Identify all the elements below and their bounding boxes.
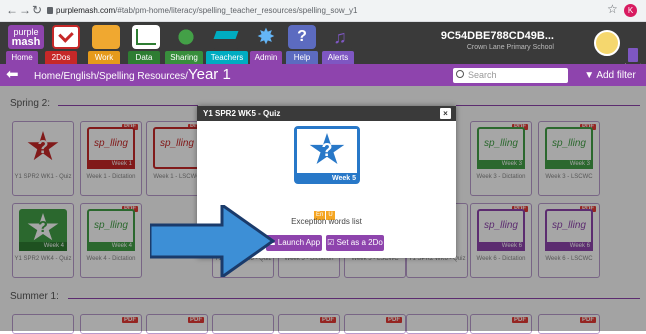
- help-question-icon[interactable]: ?: [288, 25, 316, 49]
- subject-badges: En U: [314, 203, 336, 220]
- add-filter-label: Add filter: [596, 70, 636, 81]
- url-host: purplemash.com: [56, 6, 116, 15]
- set-2do-button[interactable]: ☑ Set as a 2Do: [326, 235, 384, 251]
- door-icon: [628, 48, 638, 62]
- reload-icon[interactable]: ↻: [32, 3, 42, 17]
- school-id: 9C54DBE788CD49B...: [440, 30, 554, 42]
- tab-help[interactable]: Help: [286, 51, 318, 64]
- search-placeholder: Search: [468, 70, 497, 80]
- tab-2dos[interactable]: 2Dos: [45, 51, 77, 64]
- address-bar[interactable]: purplemash.com/#tab/pm-home/literacy/spe…: [56, 3, 358, 19]
- alerts-bell-icon[interactable]: ♫: [326, 25, 354, 49]
- purple-mash-logo[interactable]: purple mash: [8, 25, 44, 49]
- launch-label: Launch App: [277, 238, 321, 247]
- modal-title: Y1 SPR2 WK5 - Quiz: [203, 109, 281, 118]
- work-folder-icon[interactable]: [92, 25, 120, 49]
- browser-bar: ← → ↻ purplemash.com/#tab/pm-home/litera…: [0, 0, 646, 22]
- quiz-thumbnail: ? Week 5: [294, 126, 360, 184]
- 2dos-checkbox-icon[interactable]: [52, 25, 80, 49]
- url-path: /#tab/pm-home/literacy/spelling_teacher_…: [115, 6, 358, 15]
- forward-icon[interactable]: →: [19, 3, 31, 17]
- quiz-star-icon: ?: [309, 133, 345, 164]
- tab-sharing[interactable]: Sharing: [165, 51, 203, 64]
- app-topbar: purple mash ✸ ? ♫ Home 2Dos Work Data Sh…: [0, 22, 646, 70]
- search-icon: [456, 70, 464, 78]
- checkbox-icon: ☑: [327, 238, 335, 247]
- set-2do-label: Set as a 2Do: [336, 238, 383, 247]
- tab-admin[interactable]: Admin: [250, 51, 282, 64]
- profile-avatar[interactable]: K: [624, 4, 637, 17]
- logo-text-2: mash: [11, 36, 41, 48]
- data-chart-icon[interactable]: [132, 25, 160, 49]
- search-input[interactable]: Search: [453, 68, 568, 83]
- breadcrumb[interactable]: Home/English/Spelling Resources/Year 1: [34, 67, 231, 85]
- back-arrow-icon[interactable]: ⬅: [6, 67, 30, 82]
- lock-icon: [47, 7, 53, 14]
- bookmark-star-icon[interactable]: ☆: [607, 2, 618, 16]
- admin-gear-icon[interactable]: ✸: [252, 25, 280, 49]
- back-icon[interactable]: ←: [6, 3, 18, 17]
- thumbnail-week: Week 5: [332, 175, 356, 182]
- breadcrumb-current: Year 1: [187, 66, 231, 83]
- teachers-cap-icon[interactable]: [212, 25, 240, 49]
- tab-data[interactable]: Data: [128, 51, 160, 64]
- user-avatar[interactable]: [594, 30, 620, 56]
- close-button[interactable]: ×: [440, 108, 451, 119]
- tab-alerts[interactable]: Alerts: [322, 51, 354, 64]
- pointer-arrow-icon: [150, 205, 275, 277]
- breadcrumb-bar: ⬅ Home/English/Spelling Resources/Year 1…: [0, 64, 646, 86]
- breadcrumb-path[interactable]: Home/English/Spelling Resources/: [34, 71, 188, 82]
- modal-header: Y1 SPR2 WK5 - Quiz ×: [197, 106, 456, 121]
- tab-teachers[interactable]: Teachers: [206, 51, 248, 64]
- tab-home[interactable]: Home: [6, 51, 38, 64]
- tab-work[interactable]: Work: [88, 51, 120, 64]
- add-filter-button[interactable]: ▼ Add filter: [577, 67, 643, 84]
- sharing-globe-icon[interactable]: [172, 25, 200, 49]
- school-name: Crown Lane Primary School: [466, 44, 554, 51]
- filter-icon: ▼: [584, 70, 595, 81]
